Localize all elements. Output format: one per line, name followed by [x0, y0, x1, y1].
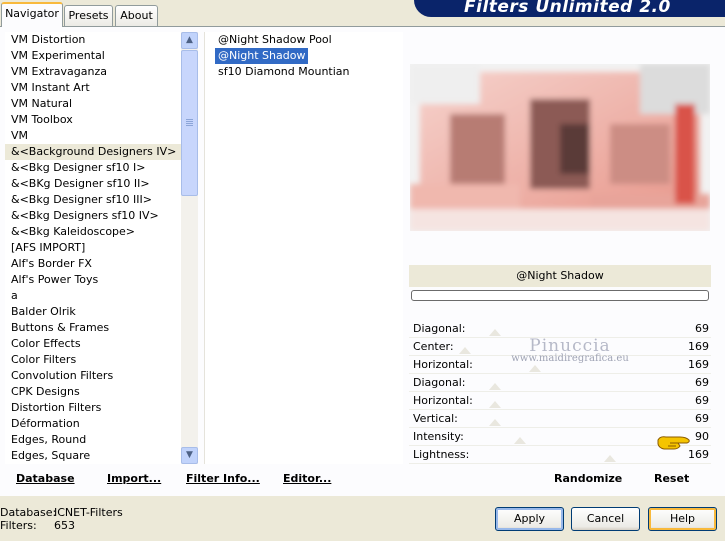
category-item[interactable]: Déformation — [5, 416, 181, 432]
category-item[interactable]: [AFS IMPORT] — [5, 240, 181, 256]
category-item[interactable]: Buttons & Frames — [5, 320, 181, 336]
category-item[interactable]: Convolution Filters — [5, 368, 181, 384]
parameter-value: 69 — [695, 322, 709, 335]
parameter-slider[interactable]: Diagonal: 69 — [409, 320, 711, 338]
editor-link[interactable]: Editor... — [283, 472, 331, 485]
parameter-value: 169 — [688, 340, 709, 353]
category-item[interactable]: CPK Designs — [5, 384, 181, 400]
category-item[interactable]: VM Experimental — [5, 48, 181, 64]
preview-image — [410, 64, 710, 231]
filters-label: Filters: — [0, 519, 37, 532]
category-item[interactable]: &<Bkg Kaleidoscope> — [5, 224, 181, 240]
category-item[interactable]: Color Filters — [5, 352, 181, 368]
parameter-label: Vertical: — [413, 412, 458, 425]
category-item[interactable]: Color Effects — [5, 336, 181, 352]
category-item[interactable]: VM Extravaganza — [5, 64, 181, 80]
filters-count: 653 — [54, 519, 75, 532]
category-item[interactable]: a — [5, 288, 181, 304]
tab-presets[interactable]: Presets — [64, 5, 113, 26]
category-item[interactable]: Balder Olrik — [5, 304, 181, 320]
category-item[interactable]: &<BKg Designer sf10 II> — [5, 176, 181, 192]
parameter-value: 69 — [695, 412, 709, 425]
category-item[interactable]: Distortion Filters — [5, 400, 181, 416]
filter-name-label: @Night Shadow — [409, 265, 711, 287]
scroll-up-button[interactable]: ▲ — [181, 32, 198, 49]
slider-thumb[interactable] — [489, 419, 501, 426]
help-button[interactable]: Help — [648, 507, 717, 531]
filter-item[interactable]: sf10 Diamond Mountian — [215, 64, 353, 80]
import-link[interactable]: Import... — [107, 472, 161, 485]
cancel-button[interactable]: Cancel — [571, 507, 640, 531]
category-item[interactable]: &<Background Designers IV> — [5, 144, 181, 160]
filter-item[interactable]: @Night Shadow Pool — [215, 32, 335, 48]
category-list[interactable]: VM Distortion VM Experimental VM Extravaga… — [5, 32, 181, 464]
scroll-down-button[interactable]: ▼ — [181, 447, 198, 464]
slider-thumb[interactable] — [489, 401, 501, 408]
parameter-label: Lightness: — [413, 448, 470, 461]
category-item[interactable]: Alf's Border FX — [5, 256, 181, 272]
slider-thumb[interactable] — [514, 437, 526, 444]
category-item[interactable]: VM Natural — [5, 96, 181, 112]
apply-button[interactable]: Apply — [495, 507, 564, 531]
slider-thumb[interactable] — [459, 347, 471, 354]
parameter-slider[interactable]: Vertical: 69 — [409, 410, 711, 428]
category-item[interactable]: &<Bkg Designers sf10 IV> — [5, 208, 181, 224]
tab-bar: Navigator Presets About Filters Unlimite… — [0, 0, 725, 27]
category-scrollbar[interactable]: ▲ ▼ — [181, 32, 198, 464]
category-item[interactable]: Alf's Power Toys — [5, 272, 181, 288]
parameter-slider[interactable]: Center: 169 — [409, 338, 711, 356]
category-item[interactable]: VM Distortion — [5, 32, 181, 48]
parameter-value: 69 — [695, 394, 709, 407]
parameter-value: 69 — [695, 376, 709, 389]
database-value: ICNET-Filters — [54, 506, 123, 519]
progress-bar — [411, 290, 709, 301]
parameter-label: Horizontal: — [413, 358, 473, 371]
slider-thumb[interactable] — [489, 383, 501, 390]
randomize-button[interactable]: Randomize — [554, 472, 622, 485]
parameter-slider[interactable]: Horizontal: 169 — [409, 356, 711, 374]
parameter-value: 169 — [688, 358, 709, 371]
parameter-slider[interactable]: Horizontal: 69 — [409, 392, 711, 410]
category-item[interactable]: VM Toolbox — [5, 112, 181, 128]
parameter-value: 90 — [695, 430, 709, 443]
database-label: Database: — [0, 506, 57, 519]
slider-thumb[interactable] — [604, 455, 616, 462]
filter-list[interactable]: @Night Shadow Pool @Night Shadow sf10 Diam… — [204, 32, 403, 464]
category-item[interactable]: &<Bkg Designer sf10 I> — [5, 160, 181, 176]
parameter-label: Diagonal: — [413, 322, 466, 335]
category-item[interactable]: VM — [5, 128, 181, 144]
reset-button[interactable]: Reset — [654, 472, 689, 485]
category-item[interactable]: VM Instant Art — [5, 80, 181, 96]
parameter-label: Intensity: — [413, 430, 464, 443]
filter-info-link[interactable]: Filter Info... — [186, 472, 260, 485]
parameter-label: Diagonal: — [413, 376, 466, 389]
parameter-label: Center: — [413, 340, 454, 353]
pointing-hand-icon — [656, 432, 692, 457]
parameter-label: Horizontal: — [413, 394, 473, 407]
category-item[interactable]: Edges, Round — [5, 432, 181, 448]
database-link[interactable]: Database — [16, 472, 75, 485]
preview-graphic — [410, 64, 710, 231]
scroll-thumb[interactable] — [181, 50, 198, 196]
status-info: Database:ICNET-Filters Filters: 653 — [0, 506, 123, 532]
parameter-slider[interactable]: Diagonal: 69 — [409, 374, 711, 392]
app-banner: Filters Unlimited 2.0 — [414, 0, 725, 17]
slider-thumb[interactable] — [529, 365, 541, 372]
tab-about[interactable]: About — [115, 5, 158, 26]
action-row: Database Import... Filter Info... Editor… — [0, 463, 725, 495]
slider-thumb[interactable] — [489, 329, 501, 336]
filter-item[interactable]: @Night Shadow — [215, 48, 309, 64]
tab-navigator[interactable]: Navigator — [1, 2, 63, 27]
category-item[interactable]: Edges, Square — [5, 448, 181, 464]
category-item[interactable]: &<Bkg Designer sf10 III> — [5, 192, 181, 208]
